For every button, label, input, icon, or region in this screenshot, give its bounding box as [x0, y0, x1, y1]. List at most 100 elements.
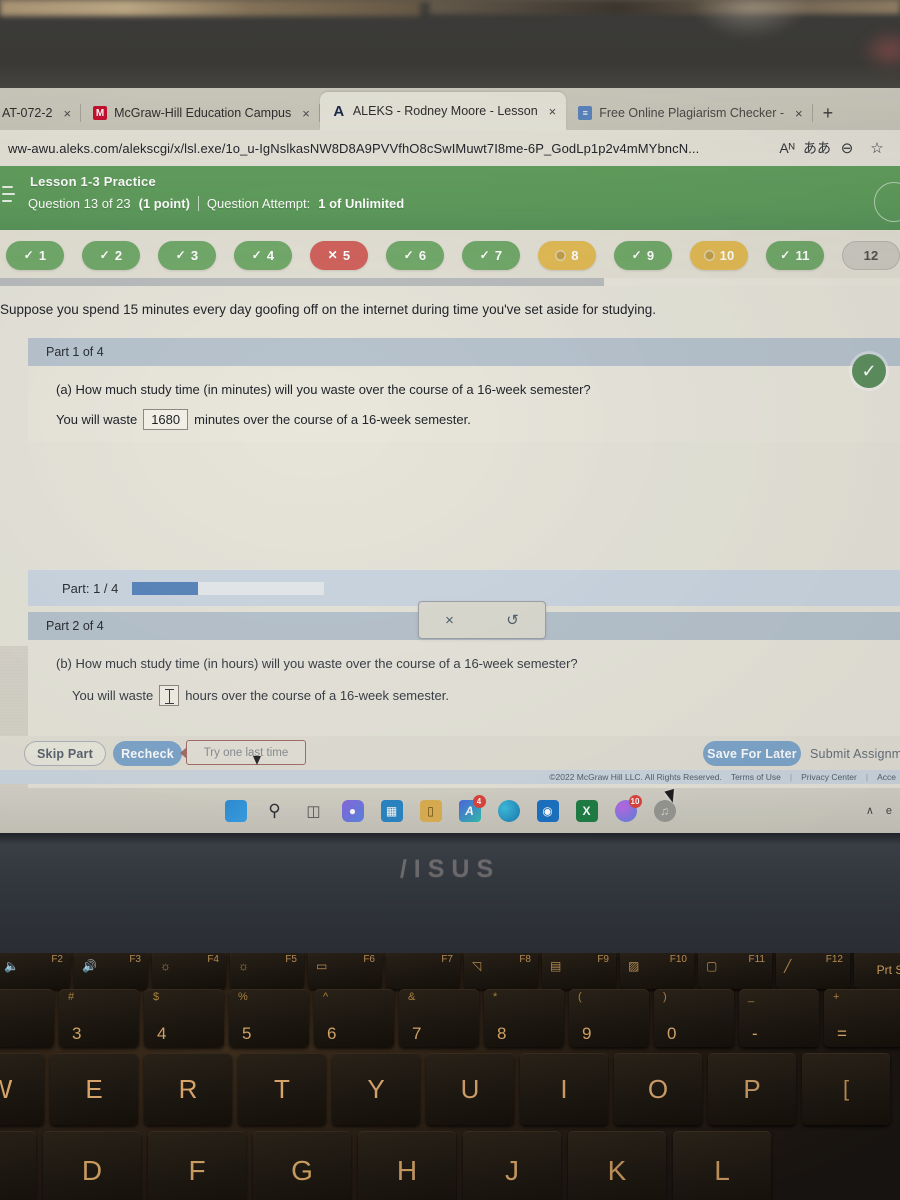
key-f7[interactable]: F7	[386, 953, 460, 989]
key-f11[interactable]: ▢ F11	[698, 953, 772, 989]
key-i[interactable]: I	[520, 1053, 608, 1125]
question-pill-7[interactable]: ✓ 7	[462, 240, 520, 270]
key-2[interactable]: @2	[0, 989, 54, 1047]
key-6[interactable]: ^ 6	[314, 989, 394, 1047]
question-pill-12[interactable]: 12	[842, 240, 900, 270]
key-f8[interactable]: ◹ F8	[464, 953, 538, 989]
question-pill-2[interactable]: ✓ 2	[82, 240, 140, 270]
edge-tray-icon[interactable]: e	[886, 805, 892, 817]
key-equals[interactable]: + =	[824, 989, 900, 1047]
question-pill-10[interactable]: 10	[690, 240, 748, 270]
key-w[interactable]: W	[0, 1053, 44, 1125]
browser-tab-3[interactable]: ≡ Free Online Plagiarism Checker - ×	[566, 96, 814, 130]
browser-tab-2[interactable]: A ALEKS - Rodney Moore - Lesson ×	[319, 92, 567, 130]
adobe-app-icon[interactable]: A 4	[458, 794, 486, 822]
start-button-icon[interactable]	[224, 799, 247, 822]
part-2-answer-input[interactable]	[159, 685, 180, 706]
chat-icon[interactable]: ●	[341, 799, 364, 822]
save-for-later-button[interactable]: Save For Later	[703, 741, 801, 766]
key-f10[interactable]: ▨ F10	[620, 953, 694, 989]
key-bracket-left[interactable]: [	[802, 1053, 890, 1125]
key-s[interactable]: S	[0, 1131, 36, 1200]
key-l[interactable]: L	[673, 1131, 771, 1200]
close-icon[interactable]: ×	[795, 106, 803, 121]
task-view-icon[interactable]: ◫	[303, 800, 325, 822]
key-prtsc[interactable]: Prt Sc	[854, 953, 900, 989]
zoom-out-icon[interactable]: ⊖	[832, 139, 862, 157]
key-3[interactable]: #3	[59, 989, 139, 1047]
key-f2[interactable]: 🔈 F2	[0, 953, 70, 989]
key-t[interactable]: T	[238, 1053, 326, 1125]
new-tab-button[interactable]: +	[813, 103, 844, 130]
url-text[interactable]: ww-awu.aleks.com/alekscgi/x/lsl.exe/1o_u…	[8, 141, 772, 156]
translate-icon[interactable]: ああ	[802, 138, 832, 158]
browser-tab-1[interactable]: M McGraw-Hill Education Campus ×	[81, 96, 320, 130]
hamburger-icon[interactable]	[2, 186, 16, 202]
messenger-icon[interactable]: 10	[614, 794, 642, 822]
part-1-prompt: (a) How much study time (in minutes) wil…	[56, 382, 591, 397]
add-to-favorites-icon[interactable]: ☆	[862, 139, 892, 157]
close-icon[interactable]: ×	[64, 106, 72, 121]
submit-assignment-button[interactable]: Submit Assignm	[810, 741, 900, 766]
question-pill-6[interactable]: ✓ 6	[386, 240, 444, 270]
key-r[interactable]: R	[144, 1053, 232, 1125]
accessibility-link[interactable]: Acce	[877, 772, 896, 782]
question-pill-4[interactable]: ✓ 4	[234, 240, 292, 270]
read-aloud-icon[interactable]: Aᴺ	[772, 140, 802, 156]
part-1-answer-input[interactable]: 1680	[143, 409, 189, 430]
skip-part-button[interactable]: Skip Part	[24, 741, 106, 766]
header-avatar-circle[interactable]	[874, 182, 900, 222]
show-hidden-icons[interactable]: ∧	[866, 804, 874, 817]
key-4[interactable]: $4	[144, 989, 224, 1047]
key-g[interactable]: G	[253, 1131, 351, 1200]
question-pill-5[interactable]: ✕ 5	[310, 240, 368, 270]
file-explorer-icon[interactable]: ▯	[419, 799, 442, 822]
question-pill-3[interactable]: ✓ 3	[158, 240, 216, 270]
key-j[interactable]: J	[463, 1131, 561, 1200]
answer-suffix: hours over the course of a 16-week semes…	[185, 688, 449, 703]
key-f12[interactable]: ╱ F12	[776, 953, 850, 989]
recheck-button[interactable]: Recheck	[113, 741, 182, 766]
key-f5[interactable]: ☼ F5	[230, 953, 304, 989]
key-d[interactable]: D	[43, 1131, 141, 1200]
pill-number: 9	[646, 247, 655, 263]
privacy-center-link[interactable]: Privacy Center	[801, 772, 857, 782]
key-p[interactable]: P	[708, 1053, 796, 1125]
question-pill-8[interactable]: 8	[538, 240, 596, 270]
microsoft-edge-icon[interactable]	[497, 799, 520, 822]
key-y[interactable]: Y	[332, 1053, 420, 1125]
key-7[interactable]: & 7	[399, 989, 479, 1047]
key-f6[interactable]: ▭ F6	[308, 953, 382, 989]
key-f4[interactable]: ☼ F4	[152, 953, 226, 989]
key-9[interactable]: (9	[569, 989, 649, 1047]
clear-answer-button[interactable]: ×	[445, 612, 454, 629]
question-pill-1[interactable]: ✓ 1	[6, 240, 64, 270]
key-u[interactable]: U	[426, 1053, 514, 1125]
laptop-screen: AT-072-2 × M McGraw-Hill Education Campu…	[0, 88, 900, 833]
key-0[interactable]: ) 0	[654, 989, 734, 1047]
undo-button[interactable]: ↺	[506, 611, 519, 629]
question-pill-9[interactable]: ✓ 9	[614, 240, 672, 270]
key-f[interactable]: F	[148, 1131, 246, 1200]
key-e[interactable]: E	[50, 1053, 138, 1125]
microsoft-store-icon[interactable]: ▦	[380, 799, 403, 822]
browser-tab-0[interactable]: AT-072-2 ×	[0, 96, 82, 130]
question-pill-11[interactable]: ✓ 11	[766, 240, 824, 270]
search-icon[interactable]: ⚲	[264, 800, 286, 822]
close-icon[interactable]: ×	[302, 106, 310, 121]
key-f9[interactable]: ▤ F9	[542, 953, 616, 989]
key-5[interactable]: % 5	[229, 989, 309, 1047]
key-k[interactable]: K	[568, 1131, 666, 1200]
outlook-icon[interactable]: ◉	[536, 799, 559, 822]
key-8[interactable]: * 8	[484, 989, 564, 1047]
browser-tab-strip: AT-072-2 × M McGraw-Hill Education Campu…	[0, 88, 900, 130]
terms-of-use-link[interactable]: Terms of Use	[731, 772, 781, 782]
key-minus[interactable]: _ -	[739, 989, 819, 1047]
key-h[interactable]: H	[358, 1131, 456, 1200]
excel-icon[interactable]: X	[575, 799, 598, 822]
key-lower-label: 5	[242, 1024, 252, 1043]
key-f3[interactable]: 🔊 F3	[74, 953, 148, 989]
answer-toolbar: × ↺	[418, 601, 546, 639]
key-o[interactable]: O	[614, 1053, 702, 1125]
close-icon[interactable]: ×	[549, 104, 557, 119]
